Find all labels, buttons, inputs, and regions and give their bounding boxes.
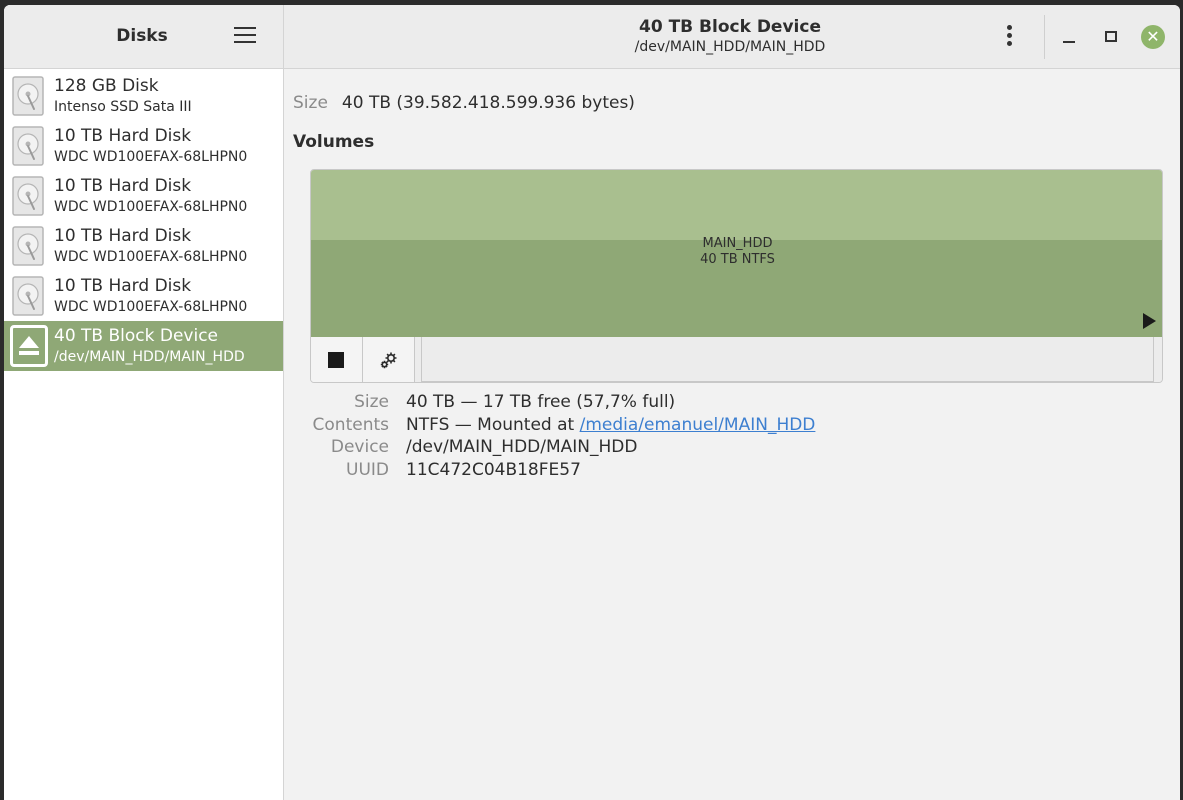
- unmount-button[interactable]: [311, 337, 363, 382]
- disk-model: WDC WD100EFAX-68LHPN0: [54, 199, 248, 215]
- gears-icon: [380, 352, 397, 369]
- property-row: Contents NTFS — Mounted at /media/emanue…: [285, 415, 1165, 438]
- volume-properties: Size 40 TB — 17 TB free (57,7% full) Con…: [285, 392, 1165, 482]
- disk-list: 128 GB Disk Intenso SSD Sata III 10 TB H…: [4, 71, 283, 371]
- partition-usage-band: [311, 170, 1162, 240]
- disk-name: 128 GB Disk: [54, 76, 159, 96]
- disk-model: Intenso SSD Sata III: [54, 99, 192, 115]
- mounted-play-icon: [1143, 313, 1156, 329]
- disk-model: WDC WD100EFAX-68LHPN0: [54, 249, 248, 265]
- disk-name: 10 TB Hard Disk: [54, 176, 192, 196]
- device-size-label: Size: [293, 93, 328, 113]
- property-row: Size 40 TB — 17 TB free (57,7% full): [285, 392, 1165, 415]
- device-size-row: Size 40 TB (39.582.418.599.936 bytes): [293, 93, 635, 113]
- disk-model: WDC WD100EFAX-68LHPN0: [54, 299, 248, 315]
- mount-point-link[interactable]: /media/emanuel/MAIN_HDD: [580, 415, 816, 435]
- window-title: 40 TB Block Device: [639, 17, 821, 37]
- window-subtitle: /dev/MAIN_HDD/MAIN_HDD: [634, 39, 826, 55]
- disks-window: Disks 128 GB Disk Intenso SSD Sata III 1…: [4, 5, 1180, 800]
- hamburger-menu-icon[interactable]: [234, 27, 256, 45]
- toolbar-spacer: [421, 337, 1154, 382]
- hard-disk-icon: [12, 176, 44, 216]
- disk-item-selected[interactable]: 40 TB Block Device /dev/MAIN_HDD/MAIN_HD…: [4, 321, 283, 371]
- device-size-value: 40 TB (39.582.418.599.936 bytes): [341, 93, 635, 113]
- partition-name: MAIN_HDD: [702, 236, 773, 251]
- partition-description: 40 TB NTFS: [700, 252, 775, 267]
- disk-item[interactable]: 10 TB Hard Disk WDC WD100EFAX-68LHPN0: [4, 171, 283, 221]
- volume-toolbar: [311, 337, 1162, 382]
- disk-item[interactable]: 10 TB Hard Disk WDC WD100EFAX-68LHPN0: [4, 121, 283, 171]
- stop-icon: [328, 352, 344, 368]
- maximize-icon: [1105, 31, 1117, 42]
- eject-icon: [10, 325, 48, 367]
- uuid-value: 11C472C04B18FE57: [406, 459, 581, 480]
- disk-item[interactable]: 128 GB Disk Intenso SSD Sata III: [4, 71, 283, 121]
- hard-disk-icon: [12, 76, 44, 116]
- hard-disk-icon: [12, 126, 44, 166]
- header-separator: [1044, 15, 1045, 59]
- hard-disk-icon: [12, 226, 44, 266]
- partition-main-hdd[interactable]: MAIN_HDD 40 TB NTFS: [311, 170, 1162, 337]
- contents-prefix: NTFS — Mounted at: [406, 414, 580, 435]
- device-label: Device: [330, 437, 389, 457]
- disk-item[interactable]: 10 TB Hard Disk WDC WD100EFAX-68LHPN0: [4, 271, 283, 321]
- maximize-button[interactable]: [1097, 23, 1125, 51]
- uuid-label: UUID: [346, 459, 389, 480]
- header-bar: 40 TB Block Device /dev/MAIN_HDD/MAIN_HD…: [284, 5, 1180, 69]
- property-row: Device /dev/MAIN_HDD/MAIN_HDD: [285, 437, 1165, 460]
- volume-size-label: Size: [354, 392, 389, 412]
- hard-disk-icon: [12, 276, 44, 316]
- disk-name: 10 TB Hard Disk: [54, 276, 192, 296]
- sidebar-header: Disks: [4, 5, 283, 69]
- property-row: UUID 11C472C04B18FE57: [285, 460, 1165, 483]
- sidebar: Disks 128 GB Disk Intenso SSD Sata III 1…: [4, 5, 284, 800]
- more-options-icon[interactable]: [1004, 25, 1014, 51]
- close-icon: ✕: [1141, 25, 1165, 49]
- disk-model: WDC WD100EFAX-68LHPN0: [54, 149, 248, 165]
- minimize-button[interactable]: [1055, 23, 1083, 51]
- disk-item[interactable]: 10 TB Hard Disk WDC WD100EFAX-68LHPN0: [4, 221, 283, 271]
- volumes-heading: Volumes: [293, 132, 375, 152]
- disk-name: 10 TB Hard Disk: [54, 226, 192, 246]
- device-value: /dev/MAIN_HDD/MAIN_HDD: [406, 437, 638, 457]
- volume-size-value: 40 TB — 17 TB free (57,7% full): [406, 392, 676, 412]
- disk-name: 10 TB Hard Disk: [54, 126, 192, 146]
- volume-map: MAIN_HDD 40 TB NTFS: [310, 169, 1163, 383]
- disk-model: /dev/MAIN_HDD/MAIN_HDD: [54, 349, 245, 365]
- contents-value: NTFS — Mounted at /media/emanuel/MAIN_HD…: [406, 415, 815, 435]
- device-details: Size 40 TB (39.582.418.599.936 bytes) Vol…: [285, 70, 1180, 800]
- minimize-icon: [1063, 41, 1075, 43]
- contents-label: Contents: [312, 414, 389, 435]
- disk-name: 40 TB Block Device: [54, 326, 219, 346]
- partition-options-button[interactable]: [363, 337, 415, 382]
- close-button[interactable]: ✕: [1139, 23, 1167, 51]
